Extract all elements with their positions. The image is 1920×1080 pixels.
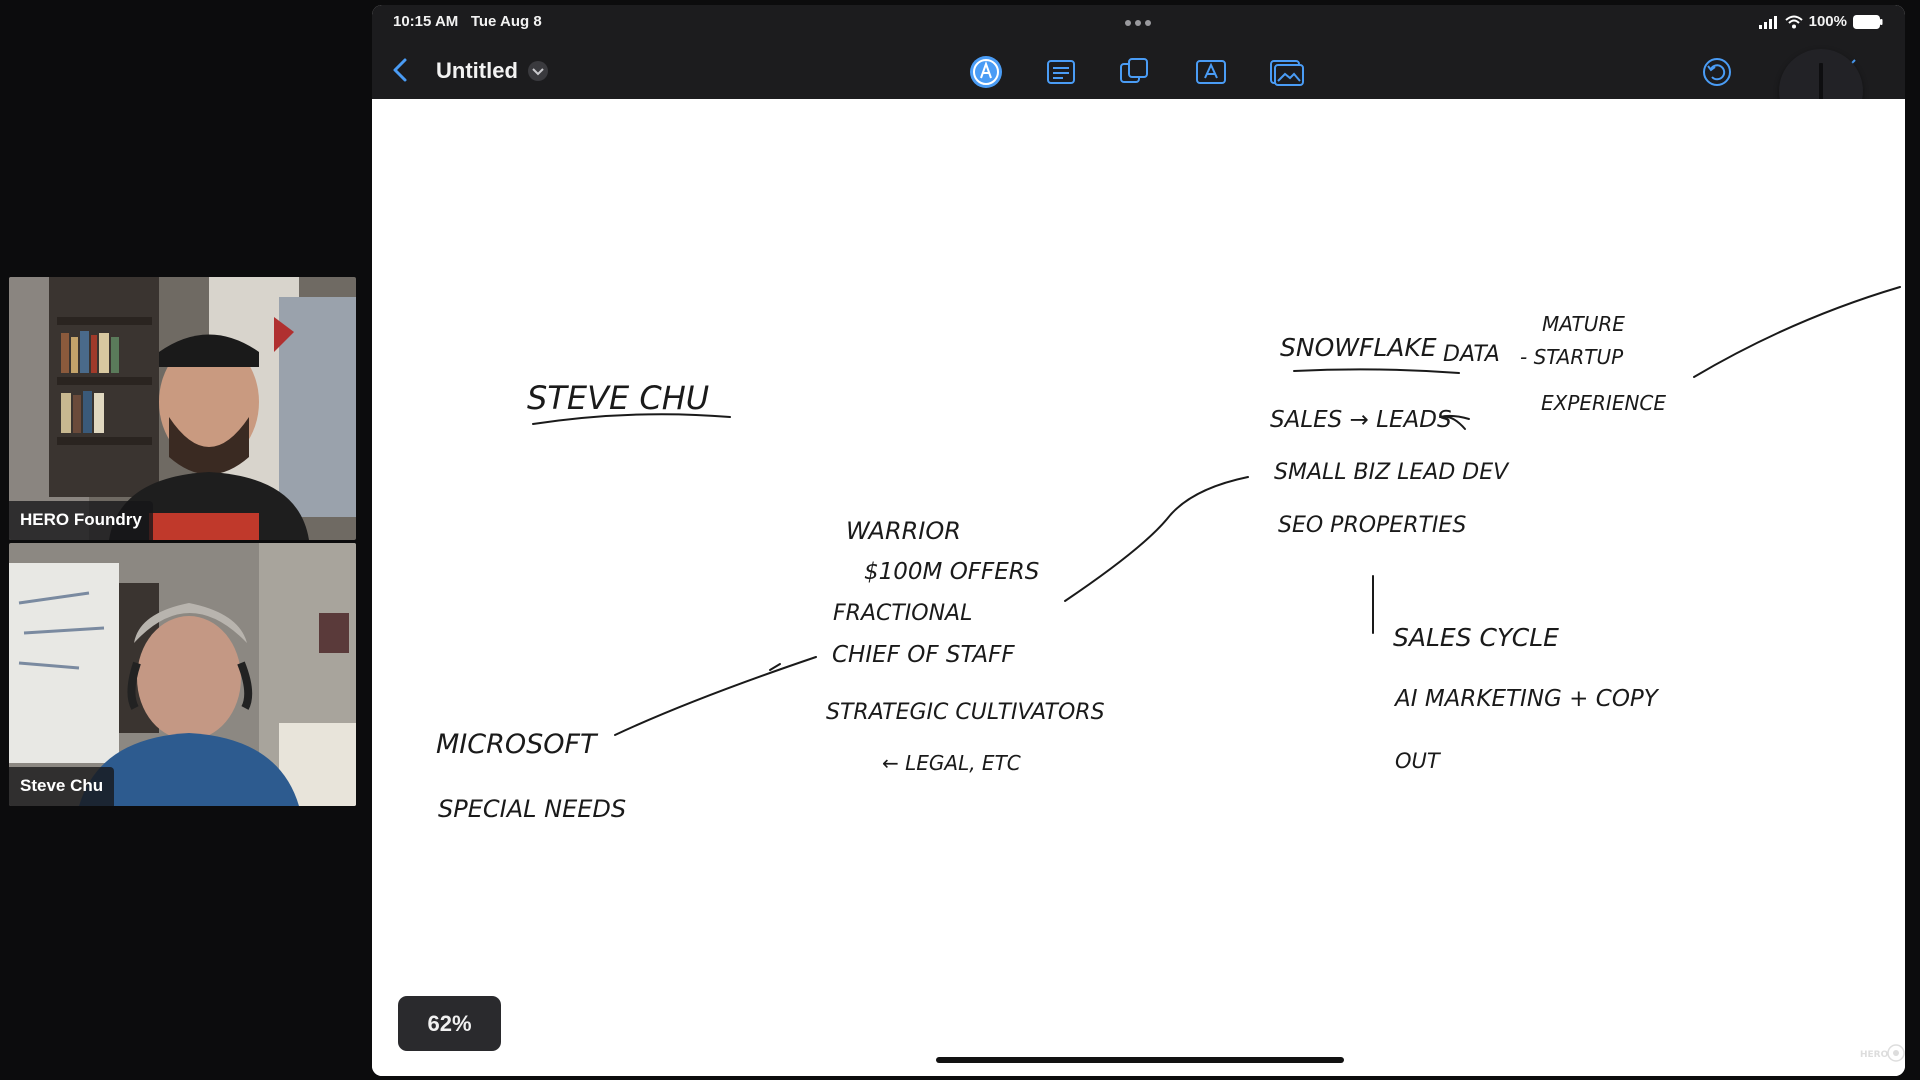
status-indicators: 100% bbox=[1758, 13, 1883, 30]
image-icon[interactable] bbox=[1268, 54, 1304, 90]
wifi-icon bbox=[1784, 15, 1803, 28]
svg-text:HERO: HERO bbox=[1860, 1050, 1889, 1060]
battery-icon bbox=[1853, 14, 1883, 29]
multitasking-dots-icon[interactable] bbox=[1124, 19, 1152, 27]
notes-toolbar: Untitled bbox=[372, 45, 1905, 99]
status-bar: 10:15 AM Tue Aug 8 100% bbox=[372, 5, 1905, 45]
ink-strokes bbox=[532, 286, 1901, 736]
note-microsoft: MICROSOFT bbox=[436, 729, 599, 760]
document-title[interactable]: Untitled bbox=[436, 58, 518, 84]
note-small-biz: SMALL BIZ LEAD DEV bbox=[1274, 460, 1510, 485]
zoom-level-badge[interactable]: 62% bbox=[398, 996, 501, 1051]
note-out: OUT bbox=[1395, 749, 1442, 773]
home-indicator[interactable] bbox=[936, 1057, 1344, 1063]
note-name: STEVE CHU bbox=[527, 379, 709, 417]
battery-percent: 100% bbox=[1808, 13, 1847, 30]
handwritten-text: STEVE CHU SNOWFLAKE DATA MATURE - STARTU… bbox=[436, 312, 1666, 823]
textbox-icon[interactable] bbox=[1193, 54, 1229, 90]
signal-icon bbox=[1758, 15, 1777, 29]
note-mature: MATURE bbox=[1542, 312, 1625, 336]
status-time: 10:15 AM Tue Aug 8 bbox=[393, 13, 542, 30]
note-sales-leads: SALES → LEADS bbox=[1270, 407, 1452, 433]
note-snowflake: SNOWFLAKE bbox=[1280, 333, 1437, 362]
note-experience: EXPERIENCE bbox=[1541, 391, 1666, 415]
note-fractional: FRACTIONAL bbox=[833, 601, 972, 626]
note-offers: $100M OFFERS bbox=[864, 559, 1039, 585]
note-legal: ← LEGAL, ETC bbox=[882, 751, 1021, 775]
participant-name-label: HERO Foundry bbox=[9, 501, 153, 540]
note-sales-cycle: SALES CYCLE bbox=[1393, 623, 1559, 652]
note-seo: SEO PROPERTIES bbox=[1278, 513, 1466, 538]
text-lines-icon[interactable] bbox=[1043, 54, 1079, 90]
ipad-screen: 10:15 AM Tue Aug 8 100% Untitled STEVE C… bbox=[372, 5, 1905, 1076]
note-special-needs: SPECIAL NEEDS bbox=[438, 795, 626, 823]
shapes-icon[interactable] bbox=[1116, 54, 1152, 90]
back-chevron-icon[interactable] bbox=[386, 55, 416, 85]
video-tile-hero-foundry[interactable]: HERO Foundry bbox=[9, 277, 356, 540]
title-chevron-icon[interactable] bbox=[527, 60, 549, 82]
hero-foundry-logo-watermark: HERO bbox=[1860, 1044, 1905, 1062]
note-ai-marketing: AI MARKETING + COPY bbox=[1393, 686, 1660, 712]
pen-icon[interactable] bbox=[968, 54, 1004, 90]
note-data: DATA bbox=[1443, 342, 1500, 367]
note-chief-of-staff: CHIEF OF STAFF bbox=[832, 642, 1015, 668]
note-warrior: WARRIOR bbox=[846, 517, 961, 545]
drawing-canvas[interactable]: STEVE CHU SNOWFLAKE DATA MATURE - STARTU… bbox=[372, 99, 1905, 1076]
note-startup: - STARTUP bbox=[1520, 345, 1624, 369]
undo-icon[interactable] bbox=[1699, 54, 1735, 90]
video-tile-steve-chu[interactable]: Steve Chu bbox=[9, 543, 356, 806]
handwritten-notes: STEVE CHU SNOWFLAKE DATA MATURE - STARTU… bbox=[436, 286, 1901, 823]
participant-name-label: Steve Chu bbox=[9, 767, 115, 806]
note-strategic: STRATEGIC CULTIVATORS bbox=[826, 700, 1105, 725]
